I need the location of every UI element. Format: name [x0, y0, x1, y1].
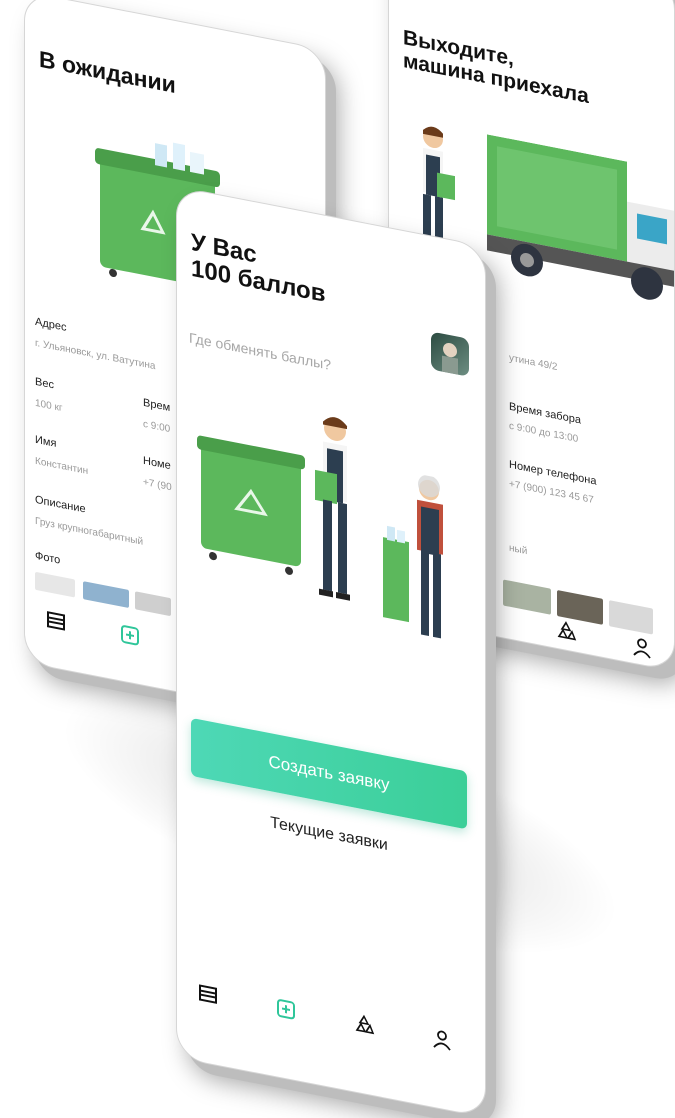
phone-value: +7 (90 — [143, 476, 172, 494]
name-label: Имя — [35, 433, 57, 450]
points-title: У Вас 100 баллов — [191, 228, 326, 309]
woman-illustration — [383, 474, 443, 639]
plus-square-icon[interactable] — [119, 622, 141, 648]
recycle-icon[interactable] — [353, 1011, 375, 1037]
avatar[interactable] — [431, 331, 469, 377]
description-value: ный — [509, 542, 528, 558]
phone-main: У Вас 100 баллов Где обменять баллы? Соз… — [176, 185, 486, 1118]
time-value: с 9:00 — [143, 418, 171, 436]
address-value: утина 49/2 — [509, 352, 558, 374]
time-label: Врем — [143, 396, 171, 415]
recycle-icon[interactable] — [555, 618, 577, 644]
exchange-points-link[interactable]: Где обменять баллы? — [189, 329, 331, 373]
page-title: В ожидании — [39, 45, 176, 99]
page-title: Выходите, машина приехала — [403, 26, 589, 109]
truck-illustration — [487, 134, 675, 300]
photo-thumbnail[interactable] — [35, 571, 75, 598]
photo-label: Фото — [35, 549, 61, 567]
plus-square-icon[interactable] — [275, 996, 297, 1022]
photo-thumbnail[interactable] — [503, 579, 551, 615]
bin-illustration — [197, 435, 305, 575]
photo-thumbnail[interactable] — [609, 600, 653, 635]
photo-thumbnail[interactable] — [83, 581, 129, 609]
name-value: Константин — [35, 455, 89, 478]
profile-icon[interactable] — [631, 634, 653, 660]
weight-label: Вес — [35, 375, 54, 392]
phone-label: Номе — [143, 454, 171, 473]
list-icon[interactable] — [197, 981, 219, 1007]
man-illustration — [315, 417, 350, 601]
photo-thumbnail[interactable] — [135, 591, 171, 617]
address-value: г. Ульяновск, ул. Ватутина — [35, 337, 156, 373]
description-value: Груз крупногабаритный — [35, 515, 144, 548]
description-label: Описание — [35, 493, 86, 516]
time-value: с 9:00 до 13:00 — [509, 420, 579, 446]
weight-value: 100 кг — [35, 397, 63, 415]
profile-icon[interactable] — [431, 1026, 453, 1052]
address-label: Адрес — [35, 315, 67, 334]
list-icon[interactable] — [45, 608, 67, 634]
